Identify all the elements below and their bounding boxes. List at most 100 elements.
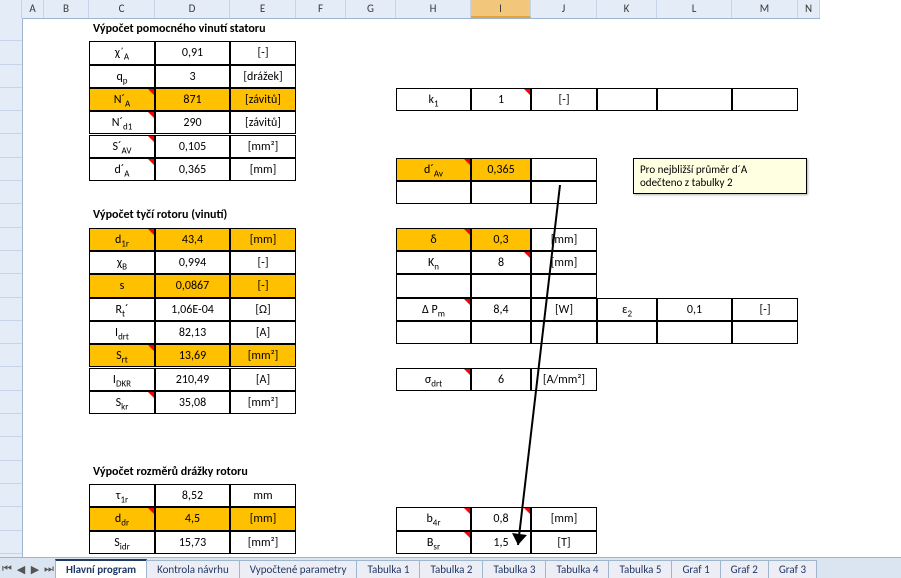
grid[interactable]: Výpočet pomocného vinutí statoruχ´A0,91[… [22, 18, 901, 558]
sheet-tab-6[interactable]: Tabulka 4 [545, 560, 609, 578]
s2-val-0[interactable]: 43,4 [155, 228, 230, 251]
r-sigma-val[interactable]: 6 [471, 368, 531, 391]
col-header-L[interactable]: L [657, 0, 732, 18]
r-empty7-h[interactable] [396, 181, 471, 204]
s1-val-2[interactable]: 871 [155, 88, 230, 111]
s1-sym-2[interactable]: N´A [89, 88, 155, 111]
s2-unit-6[interactable]: [A] [230, 368, 296, 391]
col-header-H[interactable]: H [396, 0, 471, 18]
s2-sym-5[interactable]: Srt [89, 344, 155, 367]
r-dav-val[interactable]: 0,365 [471, 158, 531, 181]
s3-val-2[interactable]: 15,73 [155, 531, 230, 554]
r-b4r-sym[interactable]: b4r [396, 507, 471, 530]
s3-val-1[interactable]: 4,5 [155, 507, 230, 530]
s3-unit-2[interactable]: [mm²] [230, 531, 296, 554]
s3-sym-0[interactable]: τ1r [89, 484, 155, 507]
r-dpm-sym[interactable]: Δ Pm [396, 298, 471, 321]
s1-unit-2[interactable]: [závitů] [230, 88, 296, 111]
r-e11j[interactable] [531, 274, 597, 297]
s1-sym-0[interactable]: χ´A [89, 41, 155, 64]
col-header-N[interactable]: N [798, 0, 820, 18]
sheet-tab-3[interactable]: Tabulka 1 [356, 560, 420, 578]
col-header-I[interactable]: I [471, 0, 531, 18]
s2-sym-2[interactable]: s [89, 274, 155, 297]
s2-sym-4[interactable]: Idrt [89, 321, 155, 344]
s2-val-1[interactable]: 0,994 [155, 251, 230, 274]
r-dpm-unit[interactable]: [W] [531, 298, 597, 321]
r-kn-val[interactable]: 8 [471, 251, 531, 274]
s1-sym-5[interactable]: d´A [89, 158, 155, 181]
r-b4r-val[interactable]: 0,8 [471, 507, 531, 530]
s2-unit-1[interactable]: [-] [230, 251, 296, 274]
col-header-K[interactable]: K [597, 0, 657, 18]
col-header-E[interactable]: E [230, 0, 296, 18]
r-kn-sym[interactable]: Kn [396, 251, 471, 274]
s2-val-7[interactable]: 35,08 [155, 391, 230, 414]
r-bsr-unit[interactable]: [T] [531, 531, 597, 554]
s1-val-4[interactable]: 0,105 [155, 135, 230, 158]
s3-sym-1[interactable]: ddr [89, 507, 155, 530]
r-b4r-unit[interactable]: [mm] [531, 507, 597, 530]
s2-sym-7[interactable]: Skr [89, 391, 155, 414]
s1-unit-3[interactable]: [závitů] [230, 111, 296, 134]
s2-unit-0[interactable]: [mm] [230, 228, 296, 251]
tab-nav-first[interactable]: ⏮ [0, 560, 14, 578]
r-dav-unit[interactable] [531, 158, 597, 181]
r-bsr-sym[interactable]: Bsr [396, 531, 471, 554]
sheet-tab-4[interactable]: Tabulka 2 [419, 560, 483, 578]
col-header-M[interactable]: M [732, 0, 798, 18]
r-delta-unit[interactable]: [mm] [531, 228, 597, 251]
column-headers[interactable]: ABCDEFGHIJKLMN [0, 0, 820, 19]
s2-val-2[interactable]: 0,0867 [155, 274, 230, 297]
r-empty7-j[interactable] [531, 181, 597, 204]
r-k1-x1[interactable] [657, 88, 732, 111]
s2-unit-4[interactable]: [A] [230, 321, 296, 344]
sheet-tab-0[interactable]: Hlavní program [55, 559, 147, 578]
s1-unit-5[interactable]: [mm] [230, 158, 296, 181]
col-header-B[interactable]: B [44, 0, 89, 18]
s1-val-0[interactable]: 0,91 [155, 41, 230, 64]
r-k1-sym[interactable]: k1 [396, 88, 471, 111]
s1-sym-1[interactable]: qp [89, 65, 155, 88]
r-eps-val[interactable]: 0,1 [657, 298, 732, 321]
r-eps-unit[interactable]: [-] [732, 298, 798, 321]
r-e13h[interactable] [396, 321, 471, 344]
r-delta-sym[interactable]: δ [396, 228, 471, 251]
sheet-tab-1[interactable]: Kontrola návrhu [146, 560, 240, 578]
s1-sym-4[interactable]: S´AV [89, 135, 155, 158]
r-sigma-sym[interactable]: σdrt [396, 368, 471, 391]
s1-unit-0[interactable]: [-] [230, 41, 296, 64]
s1-unit-4[interactable]: [mm²] [230, 135, 296, 158]
r-dav-sym[interactable]: d´Av [396, 158, 471, 181]
r-bsr-val[interactable]: 1,5 [471, 531, 531, 554]
s2-val-4[interactable]: 82,13 [155, 321, 230, 344]
r-k1-val[interactable]: 1 [471, 88, 531, 111]
r-dpm-val[interactable]: 8,4 [471, 298, 531, 321]
r-e13i[interactable] [471, 321, 531, 344]
r-eps-sym[interactable]: ε2 [597, 298, 657, 321]
col-header-A[interactable]: A [22, 0, 44, 18]
r-k1-unit[interactable]: [-] [531, 88, 597, 111]
sheet-tab-bar[interactable]: ⏮ ◀ ▶ ⏭ Hlavní programKontrola návrhuVyp… [0, 557, 901, 578]
r-k1-x2[interactable] [732, 88, 798, 111]
r-e11h[interactable] [396, 274, 471, 297]
col-header-G[interactable]: G [346, 0, 396, 18]
col-header-C[interactable]: C [89, 0, 155, 18]
s2-unit-5[interactable]: [mm²] [230, 344, 296, 367]
s2-val-3[interactable]: 1,06E-04 [155, 298, 230, 321]
sheet-tab-2[interactable]: Vypočtené parametry [239, 560, 358, 578]
s2-unit-3[interactable]: [Ω] [230, 298, 296, 321]
s2-val-6[interactable]: 210,49 [155, 368, 230, 391]
row-headers[interactable] [0, 18, 23, 577]
sheet-tab-7[interactable]: Tabulka 5 [608, 560, 672, 578]
r-e11i[interactable] [471, 274, 531, 297]
r-e13j[interactable] [531, 321, 597, 344]
s2-sym-0[interactable]: d1r [89, 228, 155, 251]
r-e13k[interactable] [597, 321, 657, 344]
r-e13l[interactable] [657, 321, 732, 344]
s3-unit-0[interactable]: mm [230, 484, 296, 507]
r-e13m[interactable] [732, 321, 798, 344]
r-sigma-unit[interactable]: [A/mm²] [531, 368, 597, 391]
col-header-F[interactable]: F [296, 0, 346, 18]
col-header-J[interactable]: J [531, 0, 597, 18]
